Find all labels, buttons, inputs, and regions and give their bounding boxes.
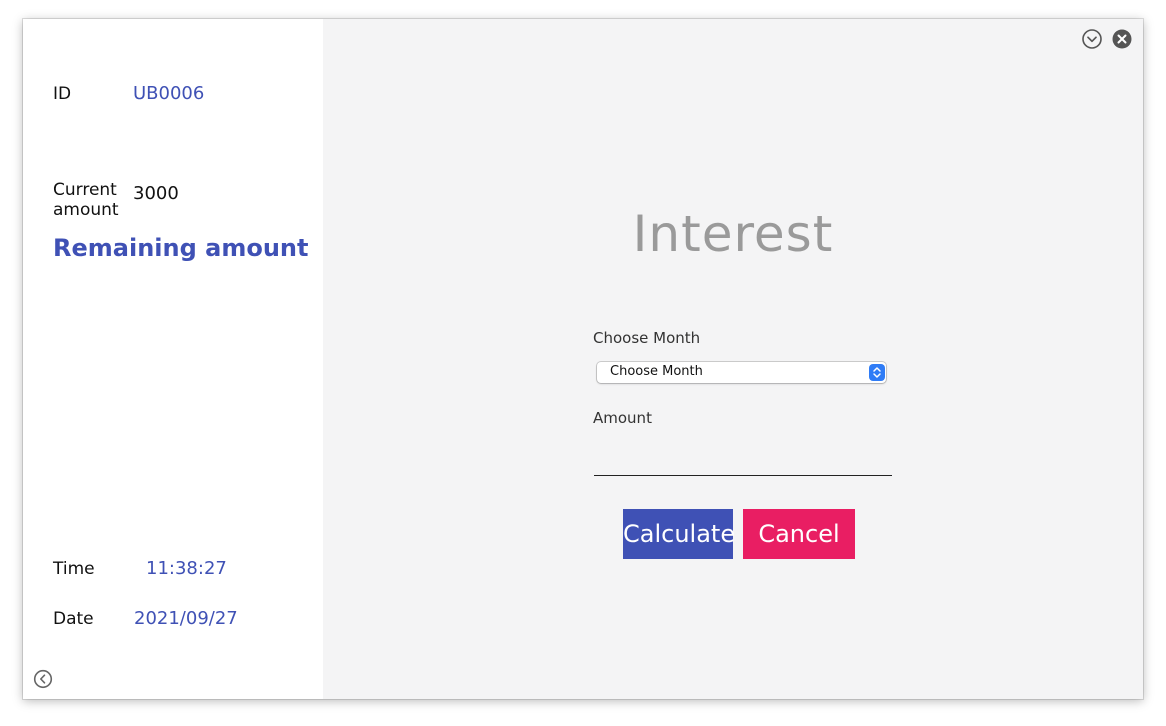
close-button[interactable] xyxy=(1111,28,1133,50)
id-value: UB0006 xyxy=(133,83,205,104)
amount-input[interactable] xyxy=(594,449,892,476)
app-window: ID UB0006 Current amount 3000 Remaining … xyxy=(23,19,1143,699)
page-title: Interest xyxy=(632,205,834,263)
close-circle-icon xyxy=(1112,29,1132,49)
amount-label: Amount xyxy=(593,409,652,427)
back-button[interactable] xyxy=(33,669,53,689)
chevron-left-circle-icon xyxy=(33,669,53,689)
choose-month-label: Choose Month xyxy=(593,329,701,347)
date-label: Date xyxy=(53,609,94,629)
id-label: ID xyxy=(53,84,72,104)
current-amount-value: 3000 xyxy=(133,183,179,204)
remaining-amount-title: Remaining amount xyxy=(53,234,309,262)
calculate-button[interactable]: Calculate xyxy=(623,509,735,559)
current-amount-label: Current amount xyxy=(53,180,119,220)
time-label: Time xyxy=(53,559,95,579)
cancel-button[interactable]: Cancel xyxy=(743,509,855,559)
main-panel: Interest Choose Month Choose Month Amoun… xyxy=(323,19,1143,699)
chevron-down-circle-icon xyxy=(1082,29,1102,49)
select-arrows-icon xyxy=(869,364,885,381)
time-value: 11:38:27 xyxy=(146,558,227,579)
month-select[interactable]: Choose Month xyxy=(597,362,886,383)
sidebar: ID UB0006 Current amount 3000 Remaining … xyxy=(23,19,323,699)
date-value: 2021/09/27 xyxy=(134,608,238,629)
month-select-value: Choose Month xyxy=(610,364,703,379)
minimize-button[interactable] xyxy=(1081,28,1103,50)
